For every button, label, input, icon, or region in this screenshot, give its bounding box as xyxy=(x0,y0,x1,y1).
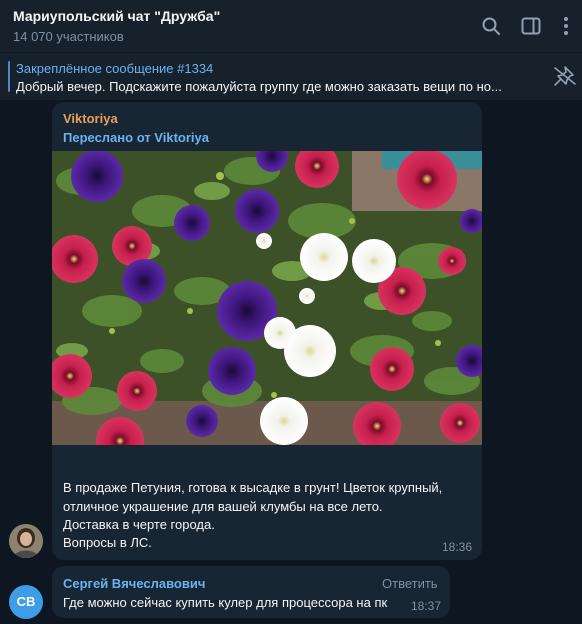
pinned-title: Закреплённое сообщение #1334 xyxy=(16,61,214,76)
forwarded-from[interactable]: Переслано от Viktoriya xyxy=(63,130,209,145)
pinned-message-bar[interactable]: Закреплённое сообщение #1334 Добрый вече… xyxy=(0,53,582,100)
pinned-accent-bar xyxy=(8,61,10,92)
message-bubble[interactable]: Сергей Вячеславович Ответить Где можно с… xyxy=(52,566,450,618)
avatar[interactable]: СВ xyxy=(9,585,43,619)
unpin-icon[interactable] xyxy=(552,64,578,88)
search-icon[interactable] xyxy=(479,14,503,38)
avatar-photo-image xyxy=(9,524,43,558)
message-text: Где можно сейчас купить кулер для процес… xyxy=(63,595,388,610)
sender-name[interactable]: Сергей Вячеславович xyxy=(63,576,205,591)
sender-name[interactable]: Viktoriya xyxy=(63,111,118,126)
sidebar-toggle-icon[interactable] xyxy=(519,14,543,38)
member-count: 14 070 участников xyxy=(13,29,124,44)
message-text-line: Доставка в черте города. xyxy=(63,517,215,532)
reply-button[interactable]: Ответить xyxy=(382,576,438,591)
message-bubble[interactable]: Viktoriya Переслано от Viktoriya В прода… xyxy=(52,102,482,560)
message-photo[interactable] xyxy=(52,151,482,445)
chat-title[interactable]: Мариупольский чат "Дружба" xyxy=(13,8,220,24)
petunia-photo xyxy=(52,151,482,445)
pinned-text: Добрый вечер. Подскажите пожалуйста груп… xyxy=(16,79,502,94)
message-text-line: отличное украшение для вашей клумбы на в… xyxy=(63,499,383,514)
message-text-line: Вопросы в ЛС. xyxy=(63,535,152,550)
message-time: 18:37 xyxy=(411,599,442,613)
message-text-line: В продаже Петуния, готова к высадке в гр… xyxy=(63,480,443,495)
message-time: 18:36 xyxy=(442,540,473,554)
avatar[interactable] xyxy=(9,524,43,558)
chat-header: Мариупольский чат "Дружба" 14 070 участн… xyxy=(0,0,582,52)
more-vertical-icon[interactable] xyxy=(554,14,578,38)
